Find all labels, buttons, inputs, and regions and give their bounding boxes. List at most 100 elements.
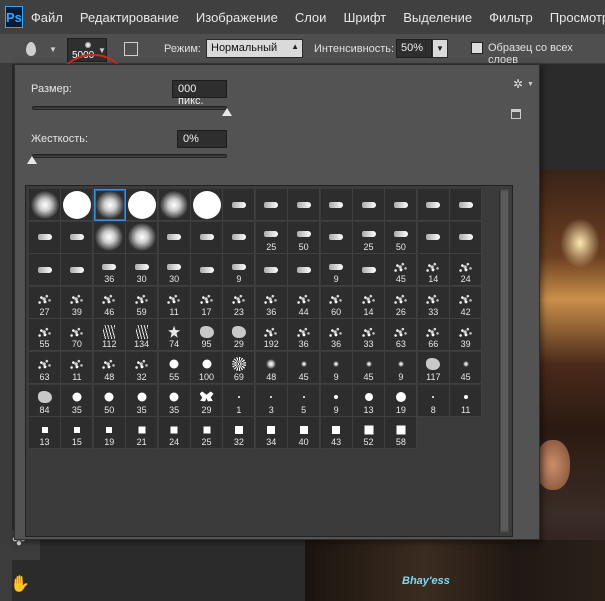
brush-preset-cell[interactable]: 34 xyxy=(255,417,288,450)
brush-preset-cell[interactable]: 59 xyxy=(126,286,159,319)
brush-panel-toggle-icon[interactable] xyxy=(124,42,138,56)
brush-preset-cell[interactable] xyxy=(320,189,353,221)
brush-preset-cell[interactable]: 74 xyxy=(158,319,191,352)
brush-preset-cell[interactable] xyxy=(255,189,288,221)
brush-preset-cell[interactable] xyxy=(320,221,353,254)
brush-preset-cell[interactable]: 5 xyxy=(288,384,321,417)
brush-preset-cell[interactable]: 11 xyxy=(158,286,191,319)
brush-preset-cell[interactable]: 39 xyxy=(450,319,483,352)
hardness-field[interactable]: 0% xyxy=(177,130,227,148)
brush-preset-cell[interactable]: 36 xyxy=(93,254,126,287)
intensity-dropdown-icon[interactable]: ▼ xyxy=(432,39,448,58)
brush-preset-cell[interactable]: 24 xyxy=(158,417,191,450)
menu-view[interactable]: Просмотр xyxy=(550,10,605,25)
gear-menu-arrow-icon[interactable]: ▼ xyxy=(527,81,534,88)
brush-preset-cell[interactable]: 25 xyxy=(191,417,223,450)
menu-select[interactable]: Выделение xyxy=(403,10,472,25)
brush-preset-cell[interactable] xyxy=(191,189,223,221)
brush-preset-cell[interactable]: 45 xyxy=(288,352,321,384)
brush-preset-cell[interactable]: 52 xyxy=(353,417,385,450)
brush-preset-cell[interactable] xyxy=(450,221,483,254)
brush-preset-cell[interactable]: 9 xyxy=(223,254,256,287)
brush-preset-cell[interactable] xyxy=(191,221,223,254)
brush-preset-cell[interactable] xyxy=(93,189,126,221)
brush-preset-cell[interactable]: 33 xyxy=(417,286,450,319)
brush-preset-cell[interactable]: 36 xyxy=(288,319,321,352)
brush-preset-cell[interactable] xyxy=(288,254,321,287)
brush-preset-cell[interactable]: 36 xyxy=(255,286,288,319)
sample-all-layers-checkbox[interactable] xyxy=(471,42,483,54)
brush-preset-cell[interactable]: 48 xyxy=(93,352,126,384)
menu-file[interactable]: Файл xyxy=(31,10,63,25)
brush-preset-cell[interactable]: 95 xyxy=(191,319,223,352)
brush-preset-cell[interactable]: 11 xyxy=(450,384,483,417)
brush-preset-cell[interactable]: 70 xyxy=(61,319,94,352)
brush-preset-cell[interactable]: 55 xyxy=(158,352,191,384)
brush-preset-cell[interactable]: 117 xyxy=(417,352,450,384)
brush-preset-cell[interactable]: 55 xyxy=(29,319,61,352)
brush-preset-cell[interactable]: 32 xyxy=(126,352,159,384)
brush-preset-cell[interactable]: 60 xyxy=(320,286,353,319)
new-preset-icon[interactable] xyxy=(511,109,521,119)
brush-preset-cell[interactable]: 39 xyxy=(61,286,94,319)
brush-preset-cell[interactable] xyxy=(61,221,94,254)
brush-preset-cell[interactable]: 25 xyxy=(353,221,385,254)
brush-preset-cell[interactable] xyxy=(191,254,223,287)
brush-preset-cell[interactable] xyxy=(385,189,418,221)
brush-preset-cell[interactable] xyxy=(223,189,256,221)
brush-preset-cell[interactable]: 13 xyxy=(353,384,385,417)
brush-preset-cell[interactable] xyxy=(29,221,61,254)
brush-preset-cell[interactable]: 112 xyxy=(93,319,126,352)
brush-preset-cell[interactable] xyxy=(126,189,159,221)
brush-preset-cell[interactable] xyxy=(417,189,450,221)
menu-filter[interactable]: Фильтр xyxy=(489,10,533,25)
brush-preset-cell[interactable]: 42 xyxy=(450,286,483,319)
size-slider-thumb[interactable] xyxy=(222,108,232,116)
brush-preset-cell[interactable] xyxy=(61,189,94,221)
brush-preset-cell[interactable]: 24 xyxy=(450,254,483,287)
brush-preset-cell[interactable]: 9 xyxy=(385,352,418,384)
intensity-field[interactable]: 50% xyxy=(396,39,432,58)
brush-preset-cell[interactable]: 44 xyxy=(288,286,321,319)
brush-preset-cell[interactable] xyxy=(450,189,483,221)
size-field[interactable]: 000 пикс. xyxy=(172,80,227,107)
brush-preset-cell[interactable]: 69 xyxy=(223,352,256,384)
brush-preset-cell[interactable]: 14 xyxy=(417,254,450,287)
brush-preset-cell[interactable]: 9 xyxy=(320,254,353,287)
hardness-slider[interactable] xyxy=(32,154,227,158)
brush-preset-cell[interactable]: 8 xyxy=(417,384,450,417)
brush-preset-cell[interactable] xyxy=(93,221,126,254)
brush-preset-cell[interactable]: 134 xyxy=(126,319,159,352)
brush-preset-cell[interactable]: 13 xyxy=(29,417,61,450)
brush-preset-cell[interactable]: 100 xyxy=(191,352,223,384)
brush-preset-cell[interactable] xyxy=(288,189,321,221)
brush-preset-cell[interactable] xyxy=(126,221,159,254)
brush-preset-cell[interactable]: 192 xyxy=(255,319,288,352)
brush-preset-cell[interactable]: 1 xyxy=(223,384,256,417)
brush-preset-cell[interactable]: 19 xyxy=(93,417,126,450)
brush-preset-cell[interactable] xyxy=(255,254,288,287)
brush-preset-cell[interactable]: 45 xyxy=(385,254,418,287)
brush-preset-cell[interactable]: 48 xyxy=(255,352,288,384)
brush-preset-cell[interactable]: 43 xyxy=(320,417,353,450)
brush-grid-scrollbar-thumb[interactable] xyxy=(501,191,508,531)
brush-preset-cell[interactable]: 27 xyxy=(29,286,61,319)
brush-preset-cell[interactable]: 50 xyxy=(288,221,321,254)
hardness-slider-thumb[interactable] xyxy=(27,156,37,164)
brush-preset-cell[interactable]: 63 xyxy=(29,352,61,384)
brush-preset-cell[interactable]: 14 xyxy=(353,286,385,319)
brush-preset-cell[interactable] xyxy=(158,189,191,221)
brush-preset-cell[interactable]: 35 xyxy=(158,384,191,417)
menu-edit[interactable]: Редактирование xyxy=(80,10,179,25)
menu-layers[interactable]: Слои xyxy=(295,10,327,25)
brush-preset-cell[interactable]: 63 xyxy=(385,319,418,352)
brush-preset-cell[interactable] xyxy=(417,221,450,254)
menu-image[interactable]: Изображение xyxy=(196,10,278,25)
hand-icon[interactable]: ✋ xyxy=(9,574,31,596)
brush-preset-cell[interactable] xyxy=(29,254,61,287)
brush-preset-cell[interactable]: 15 xyxy=(61,417,94,450)
size-slider[interactable] xyxy=(32,106,227,110)
brush-preset-cell[interactable]: 35 xyxy=(126,384,159,417)
blur-tool-icon[interactable] xyxy=(26,42,36,56)
brush-preset-cell[interactable]: 25 xyxy=(255,221,288,254)
